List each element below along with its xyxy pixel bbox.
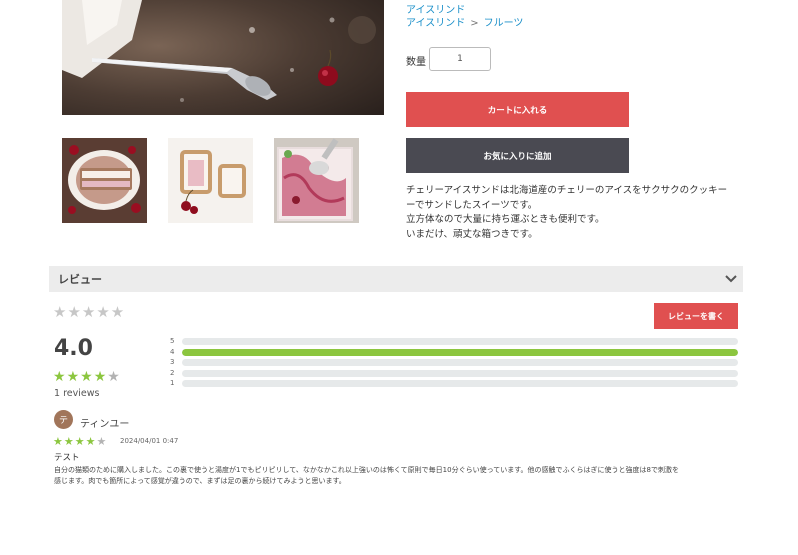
rating-bar-3: 3 [170,358,738,367]
breadcrumb-separator: > [470,18,479,29]
star-filled-icon: ★ [63,435,75,448]
description-line: いまだけ、頑丈な箱つきです。 [406,228,538,240]
quantity-label: 数量 [406,57,426,68]
rating-bar-track [182,369,738,377]
review-body: 自分の猫類のために購入しました。この裏で使うと湯度が1でもピリピリして、なかなか… [54,465,744,487]
thumbnail-2[interactable] [168,138,253,223]
star-filled-icon: ★ [85,435,97,448]
description-line: 立方体なので大量に持ち運ぶときも便利です。 [406,214,605,225]
add-to-cart-button[interactable]: カートに入れる [406,92,629,127]
star-empty-icon: ★ [96,435,108,448]
review-body-line: 自分の猫類のために購入しました。この裏で使うと湯度が1でもピリピリして、なかなか… [54,466,679,474]
write-review-button[interactable]: レビューを書く [654,303,738,329]
thumbnail-1[interactable] [62,138,147,223]
breadcrumb: アイスリンド > フルーツ [406,14,523,29]
breadcrumb-item-ice-rind[interactable]: アイスリンド [406,18,465,29]
ice-cream-scoop-photo [62,0,384,115]
quantity-input[interactable] [429,47,491,71]
thumbnail-3[interactable] [274,138,359,223]
rating-bar-label: 4 [170,347,175,356]
rating-bar-5: 5 [170,337,738,346]
review-title: テスト [54,453,80,463]
rating-bar-fill [182,348,738,356]
rating-bar-track [182,348,738,356]
rating-bar-label: 1 [170,379,175,387]
review-date: 2024/04/01 0:47 [120,437,179,445]
average-rating-stars: ★★★★★ [53,370,121,384]
ice-sandwich-stack-thumbnail [168,138,253,223]
review-body-line: 感じます。肉でも箇所によって感覚が違うので、まずは足の裏から続けてみようと思いま… [54,477,346,485]
cherry-ice-tray-thumbnail [274,138,359,223]
star-filled-icon: ★ [74,435,86,448]
average-rating: 4.0 [54,336,93,361]
description-line: チェリーアイスサンドは北海道産のチェリーのアイスをサクサクのクッキー [406,185,728,196]
description-line: ーでサンドしたスイーツです。 [406,199,538,211]
rating-bar-track [182,338,738,345]
avatar: テ [54,410,73,429]
breadcrumb-item-fruits[interactable]: フルーツ [484,18,524,29]
rating-bar-label: 3 [170,358,175,366]
star-filled-icon: ★ [53,435,64,448]
rating-bar-1: 1 [170,379,738,388]
rating-bar-2: 2 [170,368,738,378]
review-count: 1 reviews [54,388,100,399]
product-main-image [62,0,384,115]
review-rating-stars: ★★★★★ [53,436,107,447]
chevron-down-icon[interactable] [725,272,737,286]
rating-bar-label: 5 [170,337,175,345]
star-empty-icon: ★ [107,369,121,385]
rating-bar-label: 2 [170,368,175,377]
rating-bar-track [182,380,738,387]
rating-bar-track [182,359,738,366]
product-description: チェリーアイスサンドは北海道産のチェリーのアイスをサクサクのクッキー ーでサンド… [406,184,746,242]
star-filled-icon: ★ [53,369,67,385]
reviews-section-header[interactable]: レビュー [49,266,743,292]
star-filled-icon: ★ [80,369,94,385]
add-to-favorites-button[interactable]: お気に入りに追加 [406,138,629,173]
rating-bar-4: 4 [170,347,738,357]
star-filled-icon: ★ [66,369,81,385]
reviewer-name: ティンユー [80,419,130,430]
rating-input-stars[interactable]: ★★★★★ [53,305,125,320]
reviews-section-title: レビュー [58,273,102,286]
star-filled-icon: ★ [93,369,108,385]
cherry-sandwich-thumbnail [62,138,147,223]
